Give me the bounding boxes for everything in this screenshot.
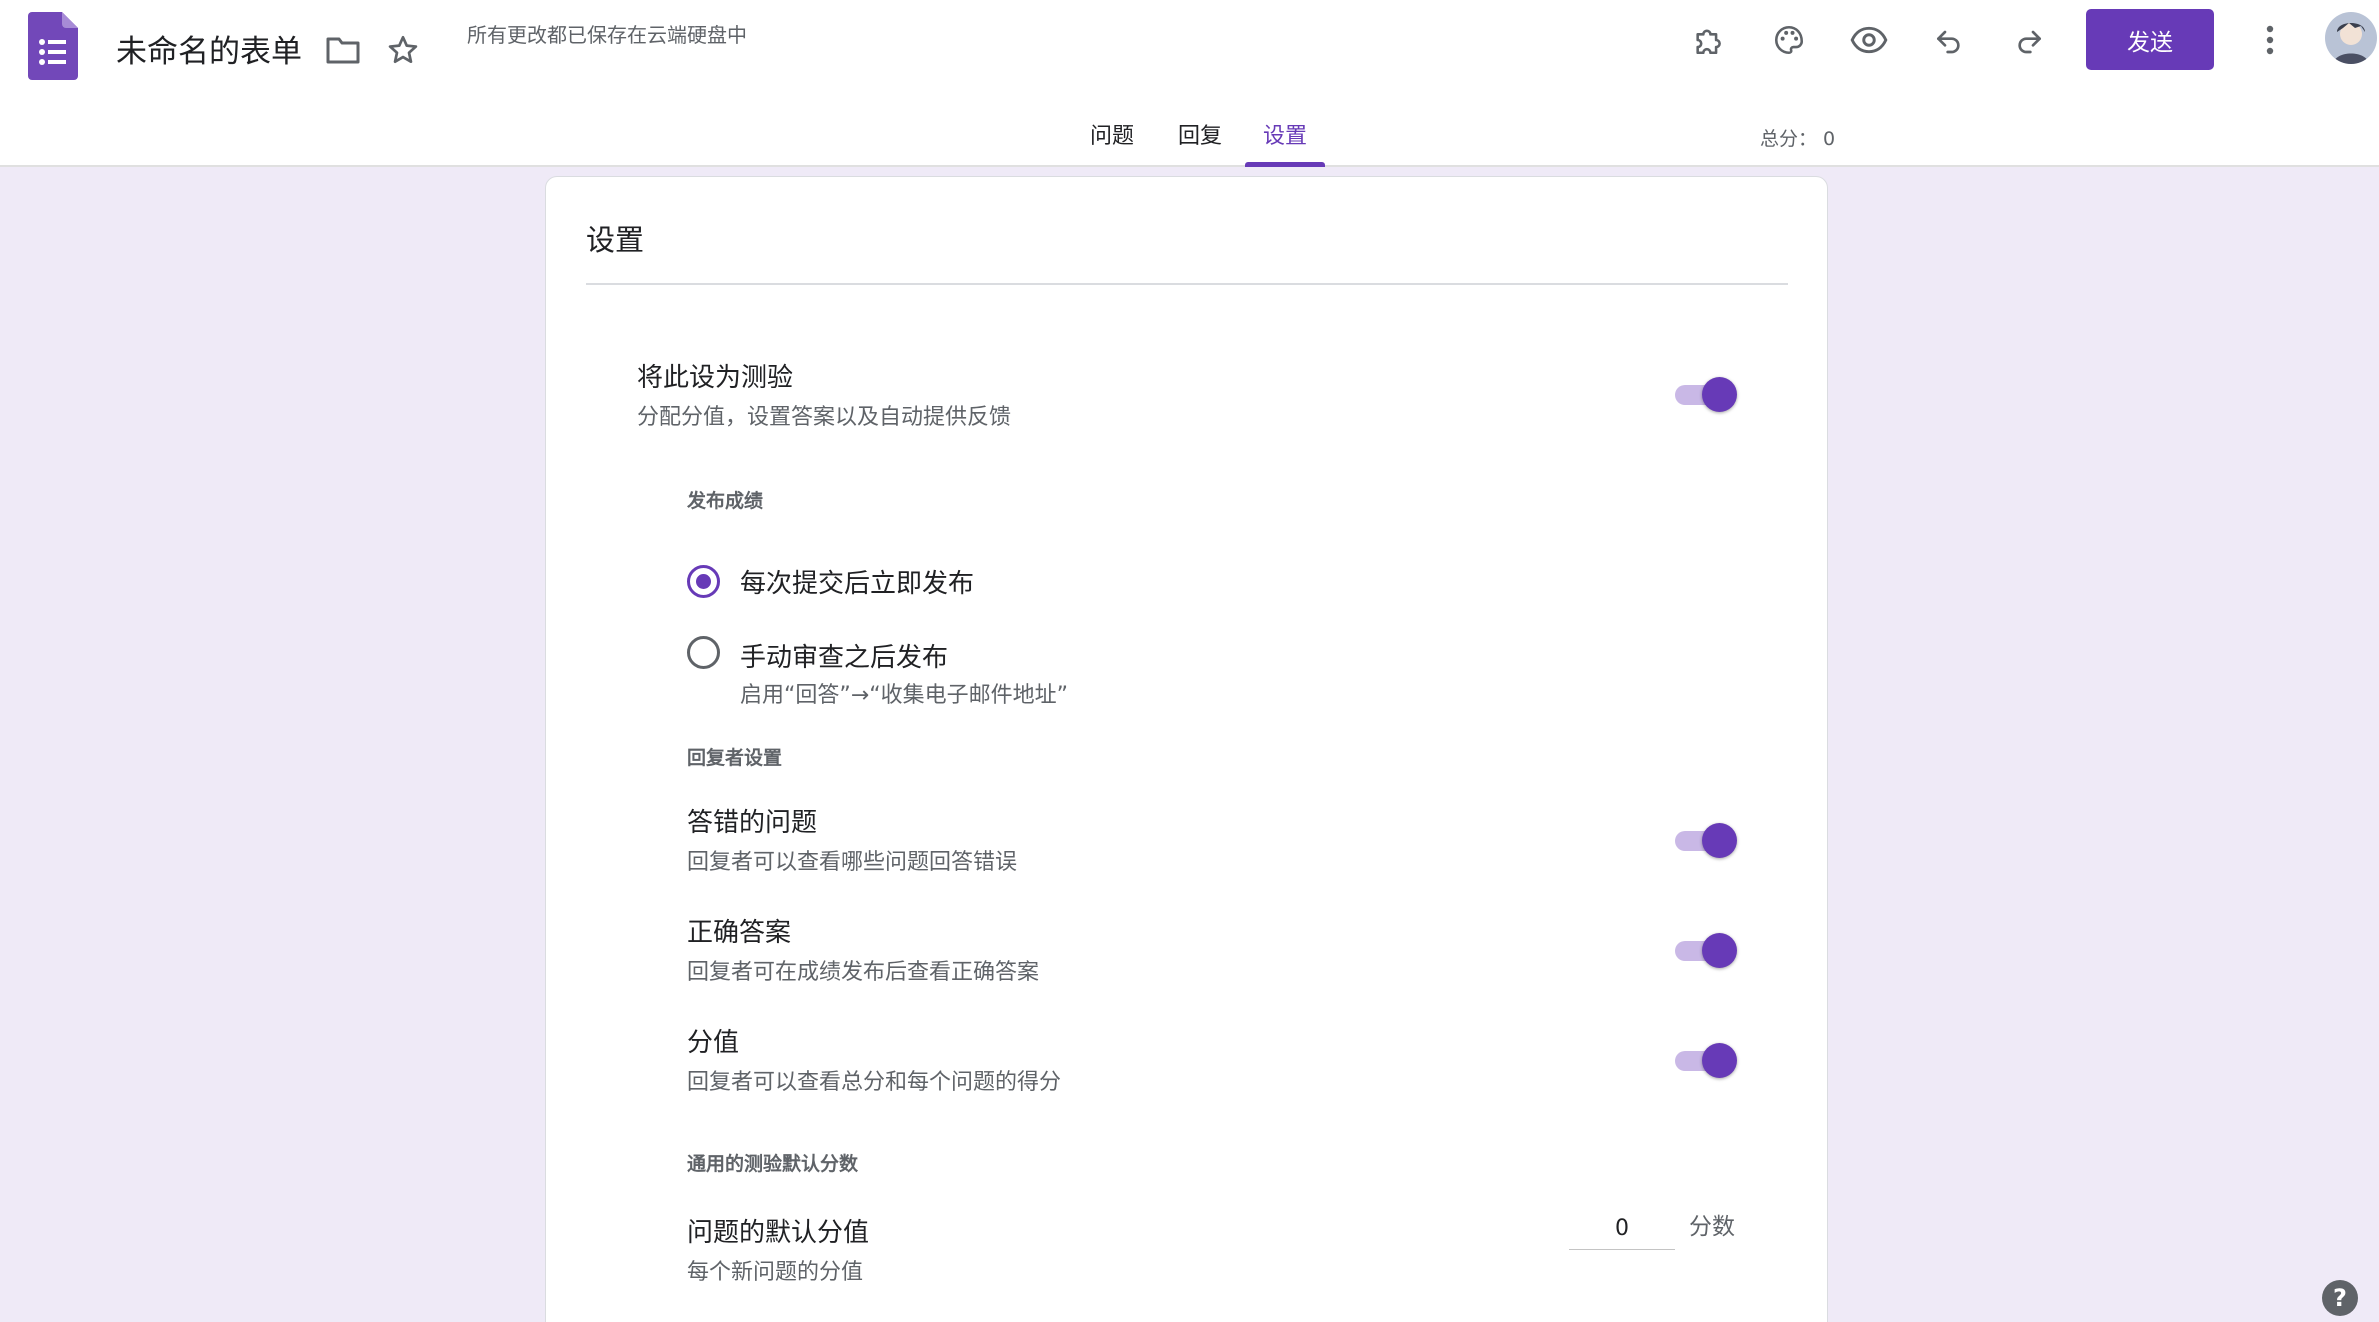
release-immediately-label[interactable]: 每次提交后立即发布: [740, 563, 974, 600]
missed-questions-toggle[interactable]: [1673, 821, 1739, 858]
tab-responses[interactable]: 回复: [1168, 118, 1232, 167]
respondent-settings-label: 回复者设置: [687, 747, 783, 769]
correct-answers-toggle[interactable]: [1673, 931, 1739, 968]
forms-logo-icon[interactable]: [28, 12, 78, 80]
toggle-knob: [1702, 1043, 1737, 1078]
tab-bar: 问题 回复 设置: [0, 118, 2379, 167]
release-manual-label[interactable]: 手动审查之后发布: [740, 637, 948, 674]
quiz-toggle-title: 将此设为测验: [637, 363, 794, 393]
app-header: 未命名的表单 所有更改都已保存在云端硬盘中 发送 问题 回复 设置 总分： 0: [0, 0, 2379, 167]
release-grade-label: 发布成绩: [687, 490, 764, 512]
document-title[interactable]: 未命名的表单: [116, 26, 302, 71]
toggle-knob: [1702, 377, 1737, 412]
toggle-knob: [1702, 933, 1737, 968]
default-points-title: 问题的默认分值: [687, 1218, 870, 1248]
missed-questions-title: 答错的问题: [687, 808, 818, 838]
active-tab-indicator: [1245, 162, 1325, 167]
point-values-desc: 回复者可以查看总分和每个问题的得分: [687, 1070, 1062, 1095]
send-button[interactable]: 发送: [2086, 9, 2214, 70]
palette-icon[interactable]: [1769, 20, 1809, 60]
folder-icon[interactable]: [323, 32, 363, 68]
quiz-toggle-desc: 分配分值，设置答案以及自动提供反馈: [637, 405, 1012, 430]
default-points-input[interactable]: 0: [1569, 1210, 1675, 1250]
default-points-desc: 每个新问题的分值: [687, 1260, 864, 1285]
undo-icon[interactable]: [1929, 20, 1969, 60]
avatar[interactable]: [2325, 12, 2377, 64]
correct-answers-title: 正确答案: [687, 918, 792, 948]
quiz-toggle[interactable]: [1673, 375, 1739, 412]
total-score: 总分： 0: [1760, 128, 1836, 150]
point-values-title: 分值: [687, 1028, 740, 1058]
release-manual-radio[interactable]: [687, 636, 720, 669]
star-icon[interactable]: [383, 30, 423, 70]
tab-settings[interactable]: 设置: [1253, 118, 1317, 167]
correct-answers-desc: 回复者可在成绩发布后查看正确答案: [687, 960, 1040, 985]
preview-eye-icon[interactable]: [1848, 20, 1890, 60]
release-immediately-radio[interactable]: [687, 565, 720, 598]
default-points-unit: 分数: [1689, 1214, 1735, 1240]
title-divider: [586, 283, 1788, 285]
missed-questions-desc: 回复者可以查看哪些问题回答错误: [687, 850, 1018, 875]
more-vert-icon[interactable]: [2252, 20, 2288, 60]
save-status-text: 所有更改都已保存在云端硬盘中: [467, 23, 747, 47]
help-icon[interactable]: ?: [2322, 1280, 2358, 1316]
tab-questions[interactable]: 问题: [1080, 118, 1144, 167]
redo-icon[interactable]: [2009, 20, 2049, 60]
addon-puzzle-icon[interactable]: [1689, 20, 1729, 60]
release-manual-desc: 启用“回答”→“收集电子邮件地址”: [740, 683, 1069, 708]
settings-card: 设置 将此设为测验 分配分值，设置答案以及自动提供反馈 发布成绩 每次提交后立即…: [545, 176, 1828, 1322]
settings-title: 设置: [586, 223, 645, 257]
toggle-knob: [1702, 823, 1737, 858]
quiz-defaults-label: 通用的测验默认分数: [687, 1153, 859, 1175]
point-values-toggle[interactable]: [1673, 1041, 1739, 1078]
